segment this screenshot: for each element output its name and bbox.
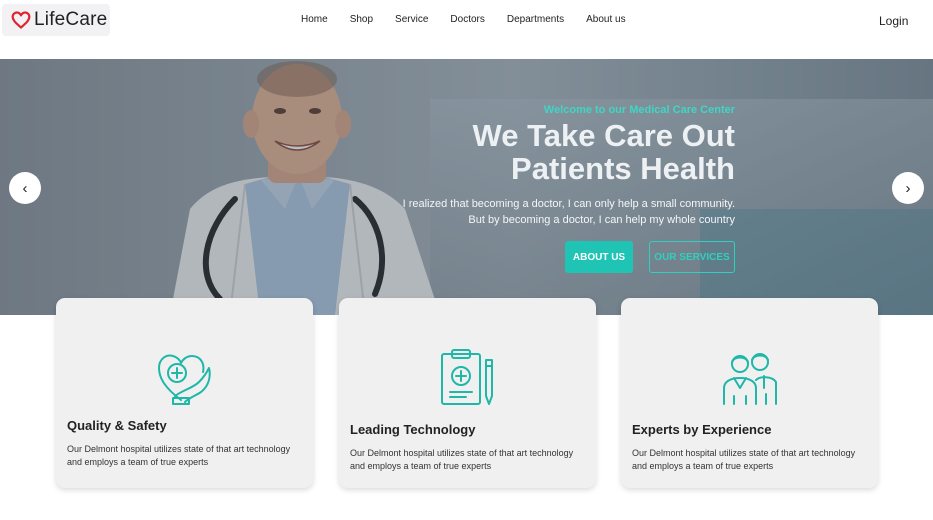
hero-welcome: Welcome to our Medical Care Center: [543, 104, 735, 116]
logo[interactable]: LifeCare: [2, 4, 110, 36]
hero-headline-line1: We Take Care Out: [472, 118, 735, 153]
nav-shop[interactable]: Shop: [339, 14, 384, 25]
card-title-technology: Leading Technology: [350, 422, 476, 437]
card-text-experts: Our Delmont hospital utilizes state of t…: [632, 448, 856, 471]
hero-subtitle: I realized that becoming a doctor, I can…: [403, 196, 735, 228]
hero-slider: Welcome to our Medical Care Center We Ta…: [0, 59, 933, 315]
chevron-left-icon: ‹: [22, 179, 28, 197]
hero-overlay: [0, 59, 933, 315]
card-title-quality: Quality & Safety: [67, 418, 167, 433]
brand-name: LifeCare: [34, 9, 108, 30]
nav-about-us[interactable]: About us: [575, 14, 636, 25]
heart-hand-icon: [157, 354, 211, 405]
clipboard-medical-icon: [440, 349, 493, 405]
card-title-experts: Experts by Experience: [632, 422, 772, 437]
hero-subtitle-line2: But by becoming a doctor, I can help my …: [468, 214, 735, 226]
site-header: LifeCare Home Shop Service Doctors Depar…: [0, 0, 933, 59]
nav-doctors[interactable]: Doctors: [439, 14, 495, 25]
heart-logo-icon: [11, 11, 31, 29]
nav-service[interactable]: Service: [384, 14, 439, 25]
hero-headline-line2: Patients Health: [511, 151, 735, 186]
card-text-technology: Our Delmont hospital utilizes state of t…: [350, 448, 574, 471]
main-nav: Home Shop Service Doctors Departments Ab…: [290, 14, 637, 25]
feature-card-experts[interactable]: Experts by Experience Our Delmont hospit…: [621, 298, 878, 488]
login-link[interactable]: Login: [879, 14, 908, 28]
feature-card-technology[interactable]: Leading Technology Our Delmont hospital …: [339, 298, 596, 488]
feature-card-quality[interactable]: Quality & Safety Our Delmont hospital ut…: [56, 298, 313, 488]
hero-subtitle-line1: I realized that becoming a doctor, I can…: [402, 198, 735, 210]
chevron-right-icon: ›: [905, 179, 911, 197]
about-us-button[interactable]: ABOUT US: [565, 241, 633, 273]
nav-departments[interactable]: Departments: [496, 14, 575, 25]
slider-next-button[interactable]: ›: [892, 172, 924, 204]
hero-headline: We Take Care Out Patients Health: [473, 119, 735, 185]
doctors-team-icon: [722, 353, 777, 405]
nav-home[interactable]: Home: [290, 14, 339, 25]
our-services-button[interactable]: OUR SERVICES: [649, 241, 735, 273]
slider-prev-button[interactable]: ‹: [9, 172, 41, 204]
card-text-quality: Our Delmont hospital utilizes state of t…: [67, 444, 291, 467]
